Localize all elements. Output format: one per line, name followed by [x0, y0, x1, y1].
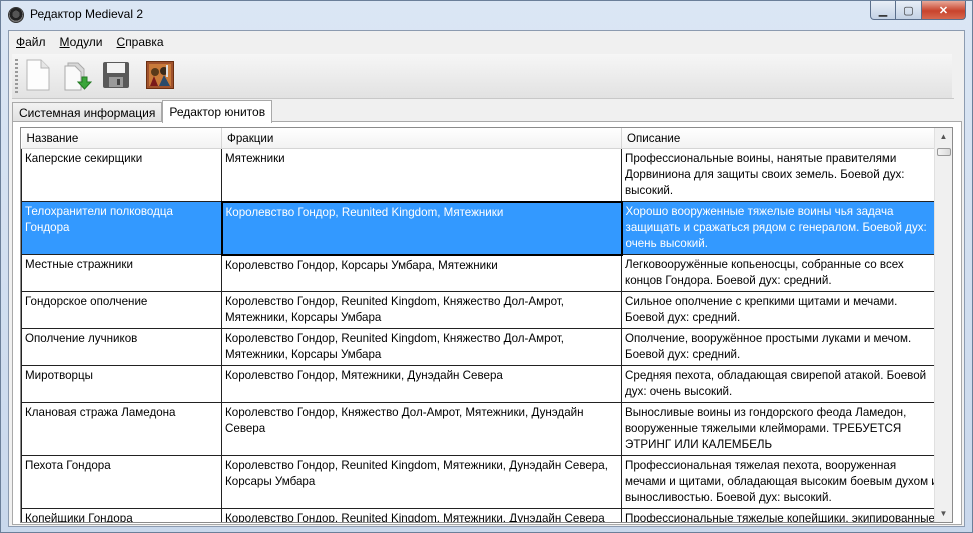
table-row[interactable]: Клановая стража Ламедона Королевство Гон…: [21, 402, 943, 456]
toolbar-grip[interactable]: [15, 59, 18, 93]
cell-description[interactable]: Легковооружённые копьеносцы, собранные с…: [621, 254, 943, 292]
cell-name[interactable]: Миротворцы: [21, 365, 222, 403]
cell-name[interactable]: Копейщики Гондора: [21, 508, 222, 522]
cell-factions[interactable]: Королевство Гондор, Корсары Умбара, Мяте…: [221, 254, 622, 292]
cell-factions[interactable]: Королевство Гондор, Reunited Kingdom, Кн…: [221, 291, 622, 329]
cell-name[interactable]: Клановая стража Ламедона: [21, 402, 222, 456]
cell-factions[interactable]: Королевство Гондор, Reunited Kingdom, Мя…: [221, 455, 622, 509]
scroll-down-icon[interactable]: ▼: [935, 505, 952, 522]
cell-description[interactable]: Хорошо вооруженные тяжелые воины чья зад…: [621, 201, 943, 255]
tab-system-info[interactable]: Системная информация: [12, 102, 163, 122]
tab-strip: Системная информация Редактор юнитов: [12, 100, 273, 123]
window-controls: ▁ ▢ ✕: [870, 1, 966, 21]
menu-help-label: правка: [125, 35, 164, 49]
toolbar-overflow[interactable]: [952, 54, 964, 98]
cell-description[interactable]: Средняя пехота, обладающая свирепой атак…: [621, 365, 943, 403]
cell-name[interactable]: Местные стражники: [21, 254, 222, 292]
menu-modules[interactable]: Модули: [53, 35, 110, 49]
units-grid: Название Фракции Описание Каперские секи…: [20, 127, 953, 523]
menu-help[interactable]: Справка: [110, 35, 171, 49]
client-area: Файл Модули Справка Системная информация…: [8, 30, 965, 527]
toolbar: [12, 54, 954, 99]
menu-bar: Файл Модули Справка: [9, 31, 964, 53]
maximize-icon: ▢: [903, 4, 914, 17]
open-file-icon: [64, 62, 92, 91]
table-row-selected[interactable]: Телохранители полководца Гондора Королев…: [21, 200, 943, 256]
menu-modules-label: одули: [69, 35, 103, 49]
scroll-thumb[interactable]: [937, 148, 951, 156]
cell-description[interactable]: Профессиональная тяжелая пехота, вооруже…: [621, 455, 943, 509]
close-icon: ✕: [938, 4, 949, 17]
open-file-button[interactable]: [61, 58, 93, 92]
menu-file[interactable]: Файл: [9, 35, 53, 49]
table-row[interactable]: Каперские секирщики Мятежники Профессион…: [21, 148, 943, 202]
menu-file-label: айл: [25, 35, 46, 49]
table-row[interactable]: Ополчение лучников Королевство Гондор, R…: [21, 328, 943, 366]
unit-editor-button[interactable]: [144, 58, 176, 92]
close-button[interactable]: ✕: [922, 1, 966, 20]
units-table: Название Фракции Описание Каперские секи…: [21, 128, 943, 522]
cell-description[interactable]: Ополчение, вооружённое простыми луками и…: [621, 328, 943, 366]
app-icon: [8, 7, 24, 23]
menu-file-accel: Ф: [16, 35, 26, 49]
table-row[interactable]: Миротворцы Королевство Гондор, Мятежники…: [21, 365, 943, 403]
unit-editor-panel: Название Фракции Описание Каперские секи…: [12, 121, 962, 525]
cell-name[interactable]: Пехота Гондора: [21, 455, 222, 509]
cell-name[interactable]: Ополчение лучников: [21, 328, 222, 366]
minimize-button[interactable]: ▁: [870, 1, 896, 20]
menu-modules-accel: М: [59, 35, 70, 49]
new-file-icon: [26, 59, 50, 91]
vertical-scrollbar[interactable]: ▲ ▼: [934, 128, 952, 522]
cell-name[interactable]: Каперские секирщики: [21, 148, 222, 202]
cell-factions[interactable]: Королевство Гондор, Reunited Kingdom, Мя…: [220, 200, 623, 256]
cell-name[interactable]: Гондорское ополчение: [21, 291, 222, 329]
header-row: Название Фракции Описание: [21, 128, 943, 149]
cell-description[interactable]: Профессиональные воины, нанятые правител…: [621, 148, 943, 202]
tab-unit-editor[interactable]: Редактор юнитов: [162, 100, 273, 123]
cell-factions[interactable]: Королевство Гондор, Мятежники, Дунэдайн …: [221, 365, 622, 403]
unit-portrait-icon: [146, 61, 174, 89]
cell-name[interactable]: Телохранители полководца Гондора: [21, 201, 222, 255]
new-file-button[interactable]: [22, 58, 54, 92]
app-window: Редактор Medieval 2 ▁ ▢ ✕ Файл Модули Сп…: [0, 0, 973, 533]
cell-factions[interactable]: Королевство Гондор, Княжество Дол-Амрот,…: [221, 402, 622, 456]
table-row[interactable]: Гондорское ополчение Королевство Гондор,…: [21, 291, 943, 329]
cell-description[interactable]: Профессиональные тяжелые копейщики, экип…: [621, 508, 943, 522]
menu-help-accel: С: [116, 35, 126, 49]
cell-factions[interactable]: Королевство Гондор, Reunited Kingdom, Кн…: [221, 328, 622, 366]
title-bar[interactable]: Редактор Medieval 2 ▁ ▢ ✕: [1, 1, 972, 29]
cell-description[interactable]: Выносливые воины из гондорского феода Ла…: [621, 402, 943, 456]
save-icon: [103, 62, 129, 88]
minimize-icon: ▁: [878, 4, 888, 17]
table-row[interactable]: Местные стражники Королевство Гондор, Ко…: [21, 254, 943, 292]
cell-description[interactable]: Сильное ополчение с крепкими щитами и ме…: [621, 291, 943, 329]
table-row[interactable]: Копейщики Гондора Королевство Гондор, Re…: [21, 508, 943, 522]
column-header-description[interactable]: Описание: [621, 128, 943, 149]
scroll-up-icon[interactable]: ▲: [935, 128, 952, 145]
table-row[interactable]: Пехота Гондора Королевство Гондор, Reuni…: [21, 455, 943, 509]
cell-factions[interactable]: Королевство Гондор, Reunited Kingdom, Мя…: [221, 508, 622, 522]
maximize-button[interactable]: ▢: [896, 1, 922, 20]
cell-factions[interactable]: Мятежники: [221, 148, 622, 202]
column-header-factions[interactable]: Фракции: [221, 128, 622, 149]
column-header-name[interactable]: Название: [21, 128, 222, 149]
window-title: Редактор Medieval 2: [30, 7, 144, 21]
save-button[interactable]: [100, 58, 132, 92]
